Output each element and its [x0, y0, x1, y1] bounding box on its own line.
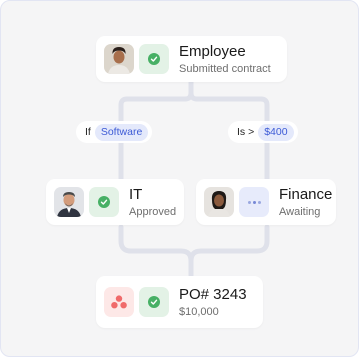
check-circle-icon [148, 53, 160, 65]
po-node[interactable]: PO# 3243 $10,000 [96, 276, 263, 328]
condition-left[interactable]: If Software [76, 121, 153, 143]
dots-icon [247, 200, 261, 204]
employee-node[interactable]: Employee Submitted contract [96, 36, 287, 82]
it-title: IT [129, 185, 143, 203]
it-status-badge [89, 187, 119, 217]
it-node[interactable]: IT Approved [46, 179, 184, 225]
employee-subtitle: Submitted contract [179, 62, 271, 75]
condition-left-value: Software [94, 123, 149, 141]
po-title: PO# 3243 [179, 285, 247, 303]
it-subtitle: Approved [129, 205, 177, 218]
finance-subtitle: Awaiting [279, 205, 321, 218]
finance-title: Finance [279, 185, 333, 203]
check-circle-icon [98, 196, 110, 208]
workflow-diagram: Employee Submitted contract If Software … [0, 0, 359, 357]
finance-status-badge [239, 187, 269, 217]
asana-logo-icon [104, 287, 134, 317]
condition-right-value: $400 [258, 123, 294, 141]
employee-avatar [104, 44, 134, 74]
condition-right-prefix: Is > [237, 126, 255, 138]
condition-left-prefix: If [85, 126, 91, 138]
finance-node[interactable]: Finance Awaiting [196, 179, 336, 225]
check-circle-icon [148, 296, 160, 308]
condition-right[interactable]: Is > $400 [228, 121, 298, 143]
po-status-badge [139, 287, 169, 317]
employee-status-badge [139, 44, 169, 74]
po-subtitle: $10,000 [179, 305, 219, 318]
employee-title: Employee [179, 42, 246, 60]
finance-avatar [204, 187, 234, 217]
it-avatar [54, 187, 84, 217]
